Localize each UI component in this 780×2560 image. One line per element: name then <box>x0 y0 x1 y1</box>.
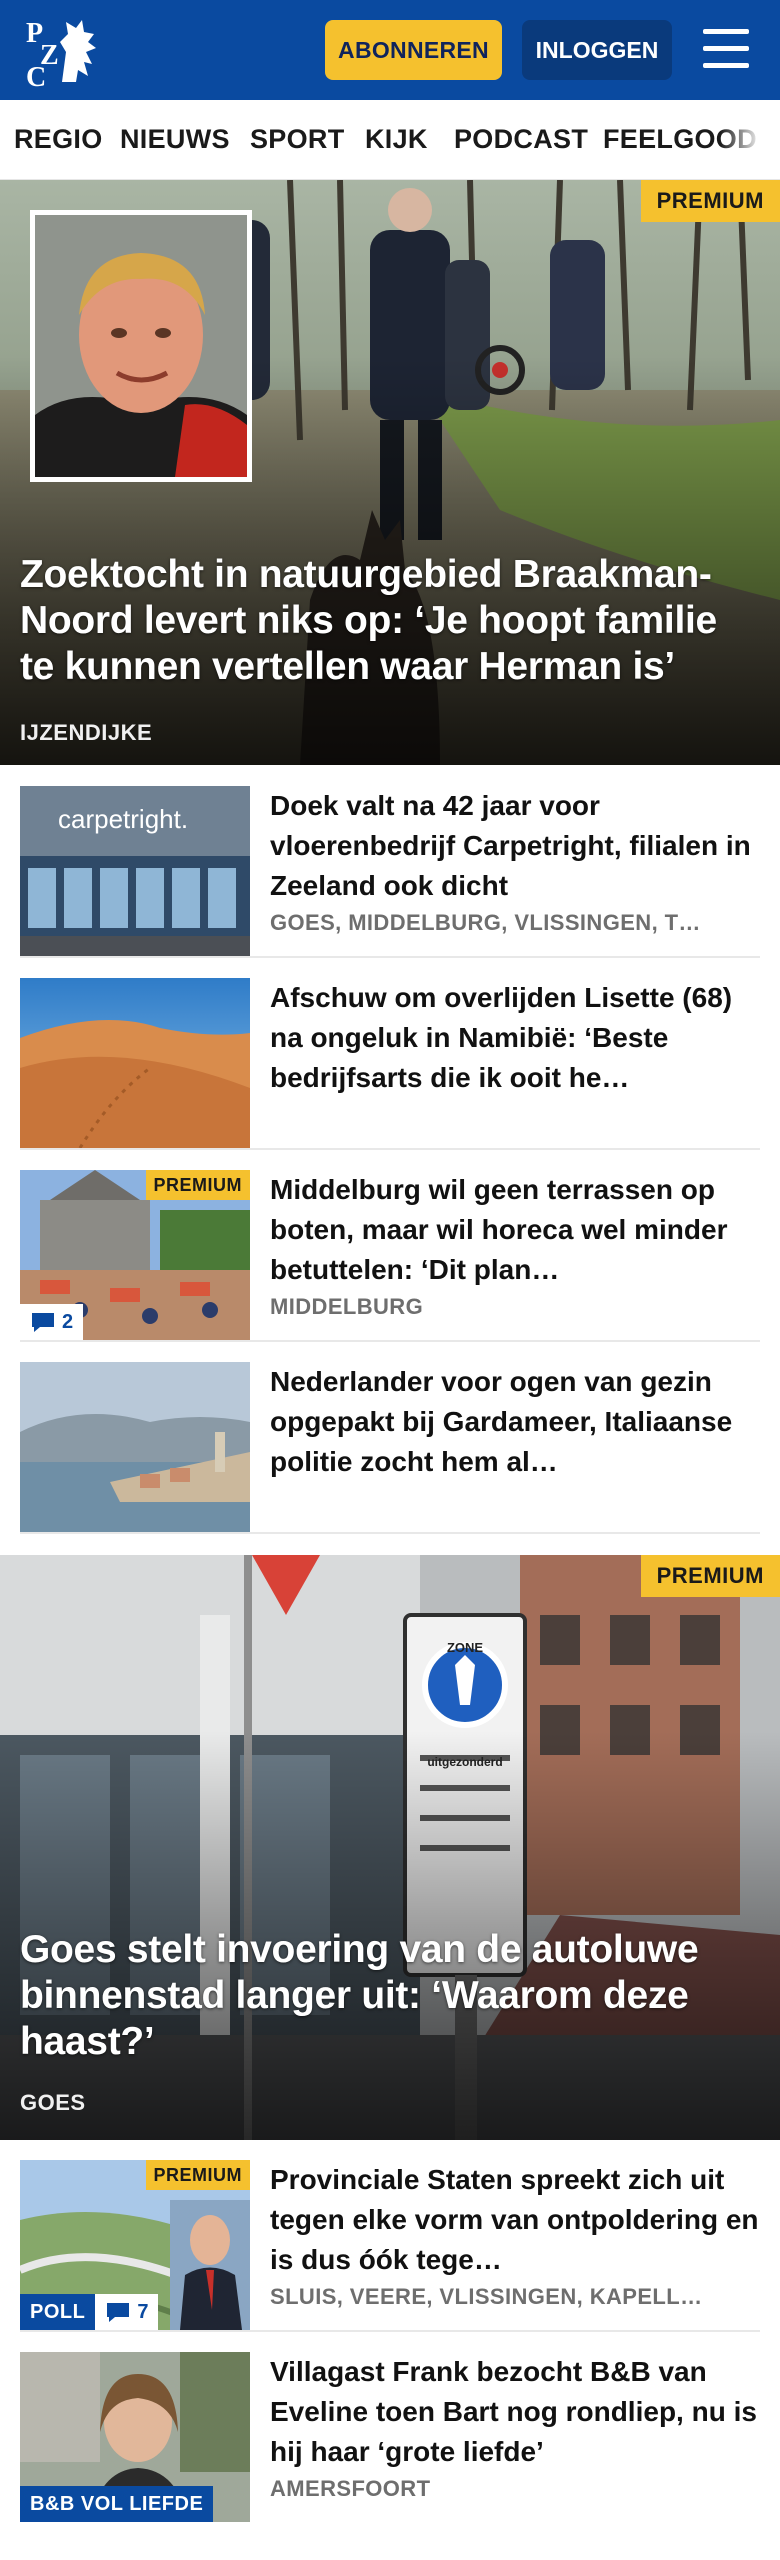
premium-badge: PREMIUM <box>145 1170 250 1200</box>
sign-exception-text: uitgezonderd <box>427 1755 503 1769</box>
premium-badge: PREMIUM <box>640 180 780 222</box>
thumb-woman-portrait: B&B VOL LIEFDE <box>20 2352 250 2522</box>
subscribe-button[interactable]: ABONNEREN <box>325 20 502 80</box>
poll-tag[interactable]: POLL <box>20 2294 96 2330</box>
hero-location: GOES <box>20 2090 86 2115</box>
sign-zone-label: ZONE <box>446 1640 484 1655</box>
nav-fade <box>720 100 780 179</box>
svg-text:C: C <box>26 62 46 88</box>
series-tag[interactable]: B&B VOL LIEFDE <box>20 2486 214 2522</box>
comment-count[interactable]: 2 <box>20 1304 84 1340</box>
comment-icon <box>107 2303 130 2322</box>
inset-portrait-photo <box>30 210 252 482</box>
list-item[interactable]: PREMIUM 2 Middelburg wil geen terrassen … <box>20 1170 760 1342</box>
login-button[interactable]: INLOGGEN <box>522 20 672 80</box>
nav-item-nieuws[interactable]: NIEUWS <box>120 124 230 155</box>
item-title[interactable]: Middelburg wil geen terrassen op boten, … <box>270 1170 760 1290</box>
comment-count[interactable]: 7 <box>95 2294 159 2330</box>
item-text: Nederlander voor ogen van gezin opgepakt… <box>270 1362 760 1482</box>
hero-title[interactable]: Goes stelt invoering van de autoluwe bin… <box>20 1927 760 2065</box>
badge-row: POLL 7 <box>20 2294 159 2330</box>
list-item[interactable]: carpetright. Doek valt na 42 jaar voor v… <box>20 786 760 958</box>
hero-location: IJZENDIJKE <box>20 720 153 745</box>
item-location: AMERSFOORT <box>270 2476 431 2501</box>
thumb-lake-garda-shore <box>20 1362 250 1532</box>
nav-item-sport[interactable]: SPORT <box>250 124 345 155</box>
item-location: GOES, MIDDELBURG, VLISSINGEN, T… <box>270 910 701 935</box>
thumb-dike-and-politician: PREMIUM POLL 7 <box>20 2160 250 2330</box>
logo-mark-icon: P Z C <box>26 18 96 93</box>
hero-title[interactable]: Zoektocht in natuurgebied Braakman-Noord… <box>20 552 760 690</box>
list-item[interactable]: Afschuw om overlijden Lisette (68) na on… <box>20 978 760 1150</box>
svg-text:carpetright.: carpetright. <box>58 804 188 834</box>
section-nav: REGIO NIEUWS SPORT KIJK PODCAST FEELGOOD <box>0 100 780 180</box>
thumb-middelburg-market-square: PREMIUM 2 <box>20 1170 250 1340</box>
item-text: Villagast Frank bezocht B&B van Eveline … <box>270 2352 760 2504</box>
site-header: P Z C ABONNEREN INLOGGEN <box>0 0 780 100</box>
list-item[interactable]: PREMIUM POLL 7 Provinciale Staten spreek… <box>20 2160 760 2332</box>
item-location: SLUIS, VEERE, VLISSINGEN, KAPELL… <box>270 2284 703 2309</box>
premium-badge: PREMIUM <box>640 1555 780 1597</box>
comment-icon <box>32 1313 54 1332</box>
comment-count-value: 2 <box>62 1310 74 1333</box>
thumb-desert-dunes <box>20 978 250 1148</box>
comment-count-value: 7 <box>137 2300 149 2323</box>
item-location: MIDDELBURG <box>270 1294 424 1319</box>
item-title[interactable]: Nederlander voor ogen van gezin opgepakt… <box>270 1362 760 1482</box>
item-title[interactable]: Afschuw om overlijden Lisette (68) na on… <box>270 978 760 1098</box>
item-text: Afschuw om overlijden Lisette (68) na on… <box>270 978 760 1098</box>
list-item[interactable]: Nederlander voor ogen van gezin opgepakt… <box>20 1362 760 1534</box>
badge-row: 2 <box>20 1304 84 1340</box>
premium-badge: PREMIUM <box>145 2160 250 2190</box>
item-title[interactable]: Doek valt na 42 jaar voor vloerenbedrijf… <box>270 786 760 906</box>
hamburger-menu-icon[interactable] <box>697 24 755 74</box>
item-text: Doek valt na 42 jaar voor vloerenbedrijf… <box>270 786 760 938</box>
nav-item-regio[interactable]: REGIO <box>14 124 103 155</box>
pzc-logo[interactable]: P Z C <box>22 12 112 93</box>
item-title[interactable]: Villagast Frank bezocht B&B van Eveline … <box>270 2352 760 2472</box>
thumb-carpetright-storefront: carpetright. <box>20 786 250 956</box>
nav-item-podcast[interactable]: PODCAST <box>454 124 588 155</box>
item-title[interactable]: Provinciale Staten spreekt zich uit tege… <box>270 2160 760 2280</box>
nav-item-kijk[interactable]: KIJK <box>365 124 428 155</box>
list-item[interactable]: B&B VOL LIEFDE Villagast Frank bezocht B… <box>20 2352 760 2524</box>
hero-article-braakman[interactable]: PREMIUM Zoektocht in natuurgebied Braakm… <box>0 180 780 765</box>
hero-article-goes[interactable]: ZONE uitgezonderd PREMIUM Goes stelt inv… <box>0 1555 780 2140</box>
item-text: Provinciale Staten spreekt zich uit tege… <box>270 2160 760 2312</box>
item-text: Middelburg wil geen terrassen op boten, … <box>270 1170 760 1322</box>
badge-row: B&B VOL LIEFDE <box>20 2486 214 2522</box>
